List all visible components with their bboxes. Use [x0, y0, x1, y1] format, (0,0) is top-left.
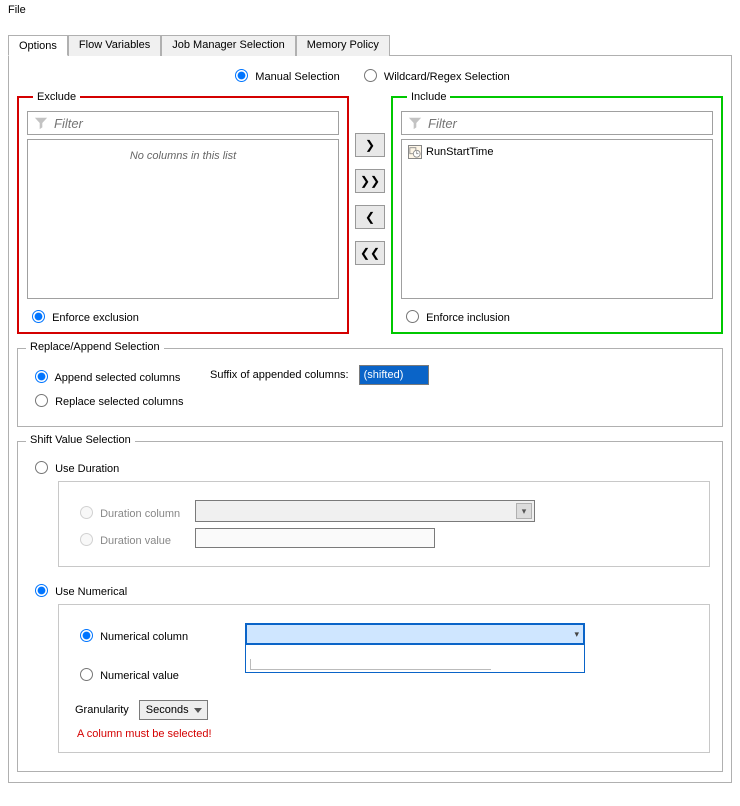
suffix-label: Suffix of appended columns: — [210, 369, 349, 381]
tab-flow-variables[interactable]: Flow Variables — [68, 35, 161, 56]
options-panel: Manual Selection Wildcard/Regex Selectio… — [8, 56, 732, 783]
radio-replace-columns[interactable]: Replace selected columns — [30, 391, 183, 408]
radio-enforce-exclusion[interactable]: Enforce exclusion — [27, 312, 139, 324]
include-filter-input[interactable] — [426, 115, 706, 132]
datetime-column-icon — [408, 145, 422, 159]
use-duration-label: Use Duration — [55, 463, 119, 475]
list-item-label: RunStartTime — [426, 146, 493, 158]
radio-wildcard-label: Wildcard/Regex Selection — [384, 71, 510, 83]
tab-memory-policy[interactable]: Memory Policy — [296, 35, 390, 56]
duration-column-label: Duration column — [100, 508, 180, 520]
enforce-inclusion-input[interactable] — [406, 310, 419, 323]
menu-file[interactable]: File — [4, 2, 30, 18]
tab-bar: Options Flow Variables Job Manager Selec… — [8, 34, 732, 56]
include-filter-box[interactable] — [401, 111, 713, 135]
append-columns-input[interactable] — [35, 370, 48, 383]
radio-append-columns[interactable]: Append selected columns — [30, 367, 200, 384]
use-numerical-input[interactable] — [35, 584, 48, 597]
numerical-value-input[interactable] — [80, 668, 93, 681]
enforce-exclusion-label: Enforce exclusion — [52, 312, 139, 324]
radio-enforce-inclusion[interactable]: Enforce inclusion — [401, 312, 510, 324]
list-item[interactable]: RunStartTime — [406, 144, 708, 160]
exclude-empty-message: No columns in this list — [32, 150, 334, 162]
transfer-buttons: ❯ ❯❯ ❮ ❮❮ — [355, 91, 385, 334]
exclude-legend: Exclude — [33, 91, 80, 103]
numerical-value-label: Numerical value — [100, 670, 179, 682]
radio-duration-value: Duration value — [75, 530, 185, 547]
chevron-down-icon: ▾ — [574, 629, 579, 640]
radio-use-numerical[interactable]: Use Numerical — [30, 581, 127, 598]
use-numerical-label: Use Numerical — [55, 586, 127, 598]
radio-use-duration[interactable]: Use Duration — [30, 458, 119, 475]
radio-duration-column: Duration column — [75, 503, 185, 520]
replace-append-title: Replace/Append Selection — [26, 341, 164, 353]
tab-options[interactable]: Options — [8, 35, 68, 56]
radio-numerical-column[interactable]: Numerical column — [75, 623, 235, 643]
exclude-list[interactable]: No columns in this list — [27, 139, 339, 299]
error-message: A column must be selected! — [77, 728, 693, 740]
move-all-left-button[interactable]: ❮❮ — [355, 241, 385, 265]
radio-wildcard-input[interactable] — [364, 69, 377, 82]
shift-value-group: Shift Value Selection Use Duration Durat… — [17, 441, 723, 772]
filter-icon — [408, 116, 422, 130]
radio-wildcard-selection[interactable]: Wildcard/Regex Selection — [359, 71, 510, 83]
radio-manual-label: Manual Selection — [255, 71, 339, 83]
include-legend: Include — [407, 91, 450, 103]
radio-numerical-value[interactable]: Numerical value — [75, 665, 235, 682]
suffix-input[interactable] — [359, 365, 429, 385]
granularity-label: Granularity — [75, 704, 129, 716]
granularity-value: Seconds — [146, 704, 189, 716]
duration-column-select: ▾ — [195, 500, 535, 522]
chevron-down-icon: ▾ — [516, 503, 532, 519]
filter-icon — [34, 116, 48, 130]
duration-column-input — [80, 506, 93, 519]
exclude-filter-box[interactable] — [27, 111, 339, 135]
duration-inner-group: Duration column ▾ Duration value — [58, 481, 710, 567]
replace-append-group: Replace/Append Selection Append selected… — [17, 348, 723, 427]
numerical-column-label: Numerical column — [100, 631, 188, 643]
numerical-column-input[interactable] — [80, 629, 93, 642]
radio-manual-input[interactable] — [235, 69, 248, 82]
tab-job-manager[interactable]: Job Manager Selection — [161, 35, 296, 56]
radio-manual-selection[interactable]: Manual Selection — [230, 71, 343, 83]
enforce-exclusion-input[interactable] — [32, 310, 45, 323]
enforce-inclusion-label: Enforce inclusion — [426, 312, 510, 324]
include-group: Include RunStartTime Enforce inclusion — [391, 91, 723, 334]
duration-value-label: Duration value — [100, 535, 171, 547]
granularity-select[interactable]: Seconds — [139, 700, 208, 720]
numerical-inner-group: Numerical column ▾ Numerical value Granu… — [58, 604, 710, 753]
duration-value-field — [195, 528, 435, 548]
append-columns-label: Append selected columns — [54, 372, 180, 384]
exclude-group: Exclude No columns in this list Enforce … — [17, 91, 349, 334]
include-list[interactable]: RunStartTime — [401, 139, 713, 299]
move-left-button[interactable]: ❮ — [355, 205, 385, 229]
numerical-column-select[interactable]: ▾ — [245, 623, 585, 645]
replace-columns-label: Replace selected columns — [55, 396, 183, 408]
duration-value-input — [80, 533, 93, 546]
use-duration-input[interactable] — [35, 461, 48, 474]
shift-value-title: Shift Value Selection — [26, 434, 135, 446]
move-all-right-button[interactable]: ❯❯ — [355, 169, 385, 193]
numerical-column-dropdown-list[interactable] — [245, 645, 585, 673]
exclude-filter-input[interactable] — [52, 115, 332, 132]
replace-columns-input[interactable] — [35, 394, 48, 407]
move-right-button[interactable]: ❯ — [355, 133, 385, 157]
